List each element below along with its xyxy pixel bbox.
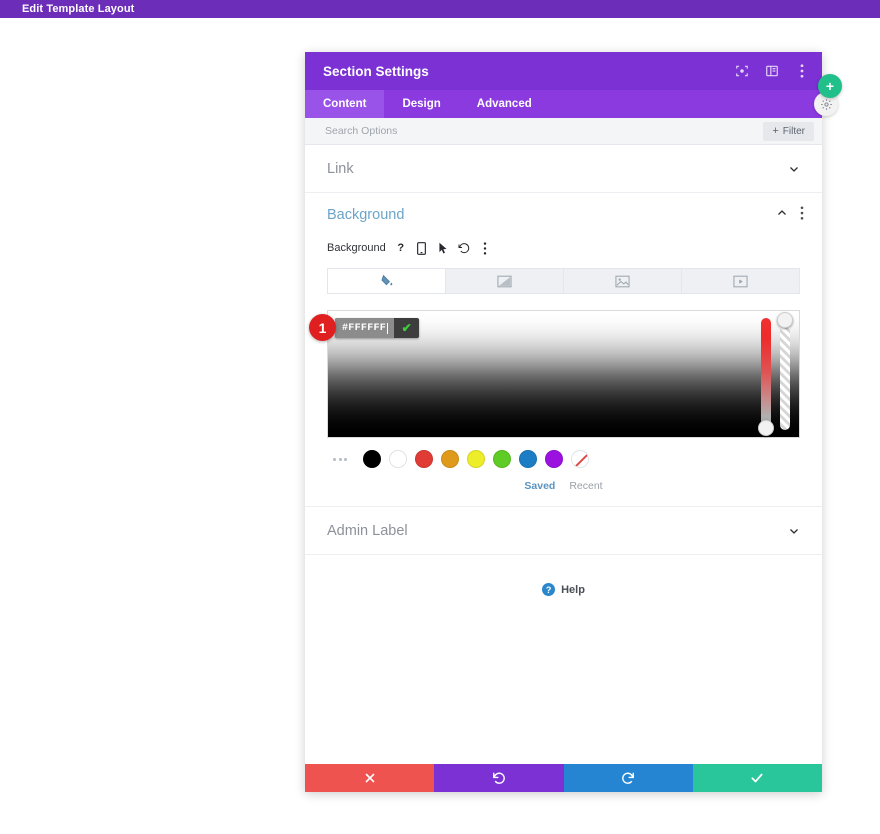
chevron-down-icon: [788, 163, 800, 175]
palette-tab-saved[interactable]: Saved: [524, 480, 555, 492]
swatch-green[interactable]: [493, 450, 511, 468]
more-vertical-icon[interactable]: [794, 63, 810, 79]
hue-slider-handle[interactable]: [758, 420, 774, 436]
alpha-slider-handle[interactable]: [777, 312, 793, 328]
tab-advanced[interactable]: Advanced: [459, 90, 550, 118]
more-vertical-icon[interactable]: [479, 241, 491, 255]
search-bar: Search Options + Filter: [305, 118, 822, 145]
hex-confirm-button[interactable]: ✔: [394, 318, 419, 338]
section-admin-label[interactable]: Admin Label: [305, 507, 822, 555]
hex-color-input[interactable]: #FFFFFF: [335, 318, 395, 338]
swatch-black[interactable]: [363, 450, 381, 468]
chevron-up-icon[interactable]: [776, 206, 788, 224]
section-background-title: Background: [327, 207, 405, 223]
more-horizontal-icon[interactable]: [333, 457, 347, 461]
hue-slider[interactable]: [758, 318, 774, 436]
palette-tabs: Saved Recent: [305, 468, 822, 496]
admin-topbar-title: Edit Template Layout: [22, 3, 135, 15]
tab-design[interactable]: Design: [384, 90, 458, 118]
color-picker: 1 #FFFFFF ✔: [309, 310, 800, 438]
help-label: Help: [561, 583, 585, 596]
text-caret: [387, 322, 389, 334]
section-admin-label-text: Admin Label: [327, 522, 408, 539]
filter-button[interactable]: + Filter: [763, 121, 814, 141]
swatch-white[interactable]: [389, 450, 407, 468]
section-settings-modal: Section Settings Content Design Advanced…: [305, 52, 822, 792]
background-gradient-tab[interactable]: [446, 269, 564, 293]
undo-button[interactable]: [434, 764, 564, 792]
chevron-down-icon: [788, 525, 800, 537]
modal-tab-bar: Content Design Advanced: [305, 90, 822, 118]
section-background-header[interactable]: Background: [305, 193, 822, 237]
annotation-badge-1: 1: [309, 314, 336, 341]
reset-undo-icon[interactable]: [458, 242, 470, 255]
modal-header: Section Settings: [305, 52, 822, 90]
hex-color-value: #FFFFFF: [342, 322, 387, 334]
background-video-tab[interactable]: [682, 269, 799, 293]
section-link-label: Link: [327, 160, 354, 177]
filter-plus-icon: +: [772, 124, 779, 137]
modal-title: Section Settings: [323, 63, 429, 79]
filter-button-label: Filter: [782, 125, 805, 137]
swatch-yellow[interactable]: [467, 450, 485, 468]
help-icon: ?: [542, 583, 556, 596]
layout-panel-icon[interactable]: [764, 63, 780, 79]
modal-header-actions: [734, 63, 810, 79]
help-icon[interactable]: ?: [395, 242, 407, 255]
background-image-tab[interactable]: [564, 269, 682, 293]
modal-footer: [305, 764, 822, 792]
tab-content[interactable]: Content: [305, 90, 385, 118]
help-link[interactable]: ? Help: [305, 555, 822, 596]
palette-tab-recent[interactable]: Recent: [569, 480, 602, 492]
section-link[interactable]: Link: [305, 145, 822, 193]
admin-topbar: Edit Template Layout: [0, 0, 880, 18]
background-type-tabs: [327, 268, 800, 294]
background-color-tab[interactable]: [328, 269, 446, 293]
color-swatch-row: [305, 438, 822, 468]
background-control-label-row: Background ?: [305, 237, 822, 259]
swatch-red[interactable]: [415, 450, 433, 468]
search-input[interactable]: Search Options: [325, 125, 763, 137]
responsive-mobile-icon[interactable]: [416, 241, 428, 255]
picker-sliders: [744, 312, 793, 436]
section-background: Background Background ? 1 #FFFFFF ✔ Save…: [305, 193, 822, 507]
swatch-purple[interactable]: [545, 450, 563, 468]
background-control-label: Background: [327, 242, 386, 254]
modal-body: Link Background Background ? 1 #FFFFFF ✔…: [305, 145, 822, 764]
focus-icon[interactable]: [734, 63, 750, 79]
swatch-transparent[interactable]: [571, 450, 589, 468]
redo-button[interactable]: [563, 764, 693, 792]
save-button[interactable]: [692, 764, 822, 792]
swatch-blue[interactable]: [519, 450, 537, 468]
add-section-button[interactable]: +: [818, 74, 842, 98]
more-vertical-icon[interactable]: [800, 205, 804, 225]
swatch-orange[interactable]: [441, 450, 459, 468]
cancel-button[interactable]: [305, 764, 435, 792]
hover-cursor-icon[interactable]: [437, 242, 449, 255]
hex-input-group: #FFFFFF ✔: [335, 318, 420, 338]
alpha-slider[interactable]: [777, 312, 793, 430]
